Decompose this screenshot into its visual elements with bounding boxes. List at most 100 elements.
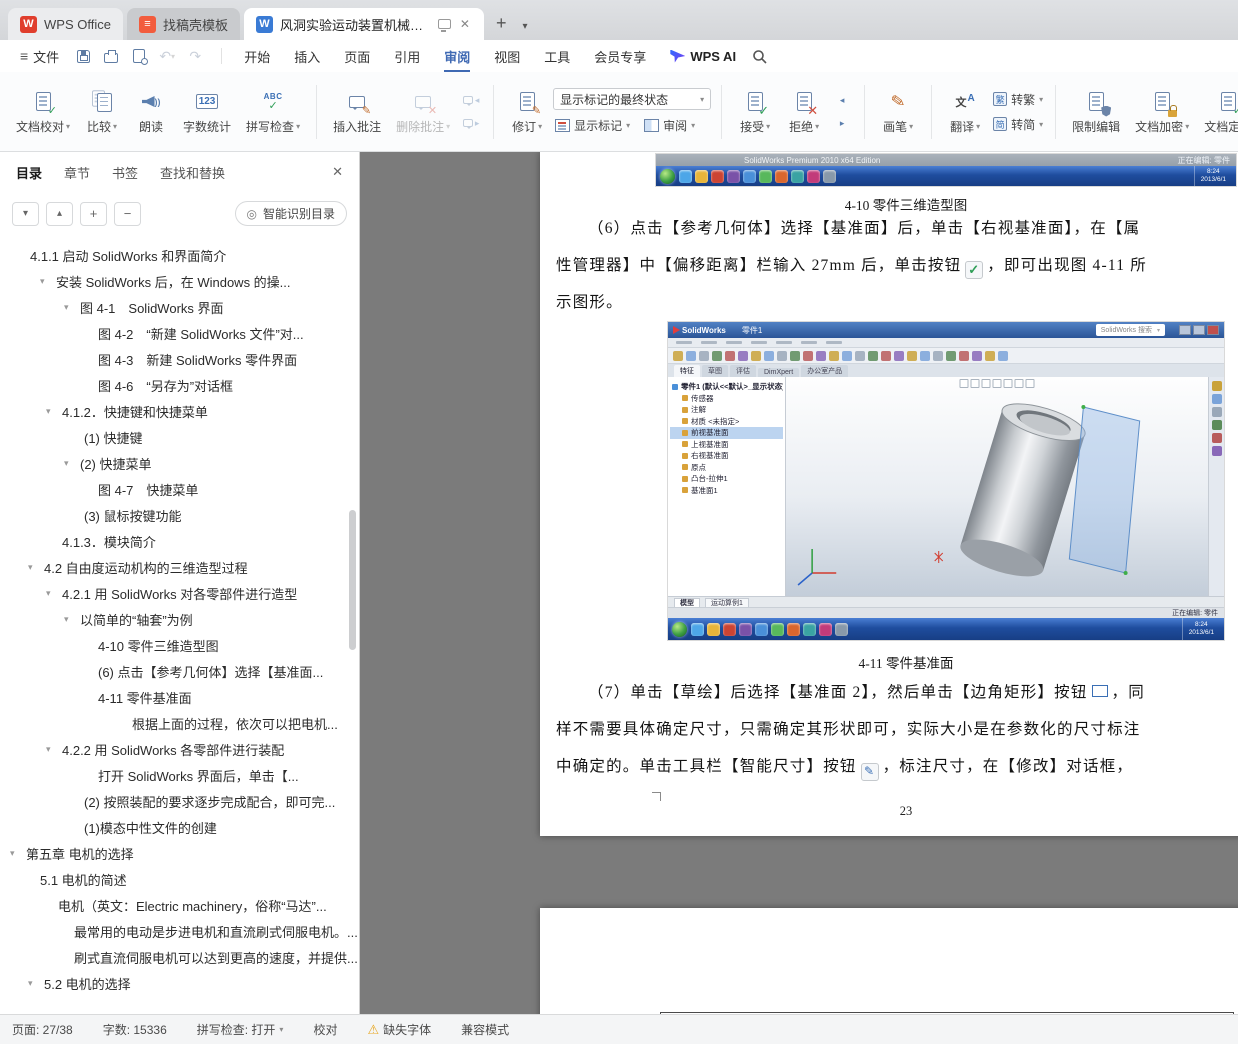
outline-item[interactable]: (6) 点击【参考几何体】选择【基准面... [0, 658, 359, 684]
outline-item[interactable]: 最常用的电动是步进电机和直流刷式伺服电机。... [0, 918, 359, 944]
pane-tab-contents[interactable]: 目录 [16, 163, 42, 182]
outline-item[interactable]: 4.1.1 启动 SolidWorks 和界面简介 [0, 242, 359, 268]
finalize-document-button[interactable]: ✓ 文档定稿 [1198, 86, 1238, 138]
file-menu-button[interactable]: ≡ 文件 [12, 47, 67, 66]
outline-item[interactable]: ▾ 4.1.2．快捷键和快捷菜单 [0, 398, 359, 424]
track-changes-button[interactable]: ✎ 修订 ▾ [504, 86, 550, 138]
undo-button[interactable]: ↶ ▾ [155, 45, 179, 67]
zoom-in-button[interactable]: + [80, 201, 107, 226]
app-tab-templates[interactable]: 找稿壳模板 [126, 8, 240, 40]
outline-item[interactable]: 图 4-6 “另存为”对话框 [0, 372, 359, 398]
outline-item[interactable]: 刷式直流伺服电机可以达到更高的速度，并提供... [0, 944, 359, 970]
outline-item[interactable]: (1) 快捷键 [0, 424, 359, 450]
outline-item[interactable]: ▾ 以简单的“轴套”为例 [0, 606, 359, 632]
outline-item[interactable]: ▾ 安装 SolidWorks 后，在 Windows 的操... [0, 268, 359, 294]
outline-item[interactable]: (3) 鼠标按键功能 [0, 502, 359, 528]
next-comment-button[interactable]: ▸ [459, 113, 483, 133]
collapse-arrow-icon[interactable]: ▾ [46, 588, 62, 599]
collapse-arrow-icon[interactable]: ▾ [64, 458, 80, 469]
outline-item[interactable]: 4-11 零件基准面 [0, 684, 359, 710]
spell-check-status[interactable]: 拼写检查: 打开 ▾ [197, 1021, 284, 1038]
previous-change-button[interactable]: ◂ [830, 90, 854, 110]
figure-image-4-10[interactable]: SolidWorks Premium 2010 x64 Edition 正在编辑… [656, 154, 1236, 186]
menu-tab-0[interactable]: 开始 [232, 41, 282, 72]
proofread-button[interactable]: 校对 [313, 1021, 337, 1038]
wps-ai-button[interactable]: WPS AI [670, 49, 736, 64]
markup-state-select[interactable]: 显示标记的最终状态 ▾ [553, 88, 712, 110]
outline-item[interactable]: (1)模态中性文件的创建 [0, 814, 359, 840]
outline-item[interactable]: 4.1.3．模块简介 [0, 528, 359, 554]
menu-tab-7[interactable]: 会员专享 [582, 41, 658, 72]
collapse-arrow-icon[interactable]: ▾ [64, 614, 80, 625]
outline-item[interactable]: 5.1 电机的简述 [0, 866, 359, 892]
doc-proofing-button[interactable]: ✓ 文档校对 ▾ [10, 86, 76, 138]
outline-item[interactable]: ▾ 图 4-1 SolidWorks 界面 [0, 294, 359, 320]
collapse-all-button[interactable]: ▾ [12, 201, 39, 226]
smart-toc-button[interactable]: ◎ 智能识别目录 [234, 201, 347, 226]
review-pane-button[interactable]: 审阅 ▾ [642, 116, 697, 135]
to-traditional-button[interactable]: 繁 转繁 ▾ [991, 90, 1045, 109]
outline-item[interactable]: 打开 SolidWorks 界面后，单击【... [0, 762, 359, 788]
search-icon[interactable] [752, 49, 767, 64]
menu-tab-3[interactable]: 引用 [382, 41, 432, 72]
encrypt-document-button[interactable]: 文档加密 ▾ [1129, 86, 1195, 138]
expand-all-button[interactable]: ▴ [46, 201, 73, 226]
document-area[interactable]: SolidWorks Premium 2010 x64 Edition 正在编辑… [360, 152, 1238, 1014]
delete-comment-button[interactable]: ✕ 删除批注 ▾ [390, 86, 456, 138]
next-change-button[interactable]: ▸ [830, 113, 854, 133]
close-tab-icon[interactable]: ✕ [458, 17, 472, 31]
print-preview-button[interactable] [127, 45, 151, 67]
document-page-28[interactable] [540, 908, 1238, 1014]
menu-tab-5[interactable]: 视图 [482, 41, 532, 72]
insert-comment-button[interactable]: ✎ 插入批注 [327, 86, 387, 138]
collapse-arrow-icon[interactable]: ▾ [46, 744, 62, 755]
menu-tab-2[interactable]: 页面 [332, 41, 382, 72]
sidebar-scrollbar[interactable] [349, 510, 356, 650]
word-count-button[interactable]: 123 字数统计 [177, 86, 237, 138]
menu-tab-1[interactable]: 插入 [282, 41, 332, 72]
pane-tab-find-replace[interactable]: 查找和替换 [160, 163, 225, 182]
collapse-arrow-icon[interactable]: ▾ [28, 562, 44, 573]
menu-tab-4[interactable]: 审阅 [432, 41, 482, 72]
collapse-arrow-icon[interactable]: ▾ [64, 302, 80, 313]
accept-change-button[interactable]: ✓ 接受 ▾ [732, 86, 778, 138]
previous-comment-button[interactable]: ◂ [459, 90, 483, 110]
outline-item[interactable]: ▾ 第五章 电机的选择 [0, 840, 359, 866]
new-tab-button[interactable]: + [488, 13, 515, 40]
translate-button[interactable]: 文A 翻译 ▾ [942, 86, 988, 138]
document-tab[interactable]: W 风洞实验运动装置机械结构设... ✕ [243, 8, 484, 40]
app-tab-wps-office[interactable]: W WPS Office [8, 8, 123, 40]
read-aloud-button[interactable]: )) 朗读 [128, 86, 174, 138]
outline-item[interactable]: 电机（英文：Electric machinery，俗称“马达”... [0, 892, 359, 918]
document-page-27[interactable]: SolidWorks Premium 2010 x64 Edition 正在编辑… [540, 152, 1238, 836]
spell-check-button[interactable]: ABC ✓ 拼写检查 ▾ [240, 86, 306, 138]
show-markup-button[interactable]: 显示标记 ▾ [553, 116, 632, 135]
pane-tab-sections[interactable]: 章节 [64, 163, 90, 182]
compat-mode-badge[interactable]: 兼容模式 [461, 1021, 509, 1038]
tab-list-chevron-icon[interactable]: ▾ [518, 21, 531, 40]
collapse-arrow-icon[interactable]: ▾ [40, 276, 56, 287]
outline-item[interactable]: (2) 按照装配的要求逐步完成配合，即可完... [0, 788, 359, 814]
outline-item[interactable]: ▾ 4.2.1 用 SolidWorks 对各零部件进行造型 [0, 580, 359, 606]
outline-item[interactable]: 4-10 零件三维造型图 [0, 632, 359, 658]
outline-item[interactable]: ▾ 4.2 自由度运动机构的三维造型过程 [0, 554, 359, 580]
to-simplified-button[interactable]: 简 转简 ▾ [991, 115, 1045, 134]
restrict-editing-button[interactable]: 限制编辑 [1066, 86, 1126, 138]
word-count-indicator[interactable]: 字数: 15336 [103, 1021, 167, 1038]
compare-button[interactable]: 比较 ▾ [79, 86, 125, 138]
collapse-arrow-icon[interactable]: ▾ [28, 978, 44, 989]
save-button[interactable] [71, 45, 95, 67]
outline-item[interactable]: 图 4-2 “新建 SolidWorks 文件”对... [0, 320, 359, 346]
reject-change-button[interactable]: ✕ 拒绝 ▾ [781, 86, 827, 138]
zoom-out-button[interactable]: − [114, 201, 141, 226]
close-icon[interactable]: ✕ [332, 164, 343, 180]
pane-tab-bookmarks[interactable]: 书签 [112, 163, 138, 182]
figure-image-4-11[interactable]: SolidWorks 零件1 SolidWorks 搜索 ▾ 特征 草图 评估 DimX… [668, 322, 1224, 640]
outline-item[interactable]: ▾ (2) 快捷菜单 [0, 450, 359, 476]
page-indicator[interactable]: 页面: 27/38 [12, 1021, 73, 1038]
pen-button[interactable]: ✎ 画笔 ▾ [875, 86, 921, 138]
collapse-arrow-icon[interactable]: ▾ [46, 406, 62, 417]
outline-item[interactable]: 根据上面的过程，依次可以把电机... [0, 710, 359, 736]
menu-tab-6[interactable]: 工具 [532, 41, 582, 72]
collapse-arrow-icon[interactable]: ▾ [10, 848, 26, 859]
